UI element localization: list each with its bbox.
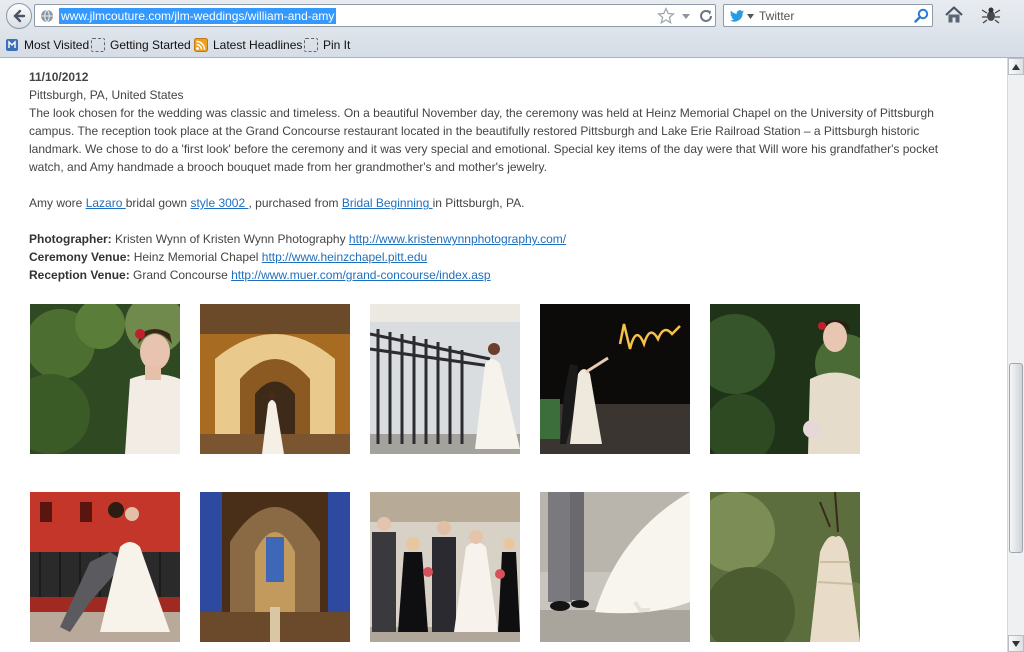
bride-portrait-garden — [30, 304, 180, 454]
engine-dropdown-icon[interactable] — [747, 14, 754, 19]
gown-sentence: Amy wore Lazaro bridal gown style 3002 ,… — [29, 194, 969, 212]
bookmark-pin-it[interactable]: Pin It — [304, 37, 350, 53]
gown-text: bridal gown — [125, 196, 191, 210]
gallery-photo[interactable] — [30, 492, 180, 642]
chapel-interior — [200, 492, 350, 642]
scroll-down-button[interactable] — [1008, 635, 1024, 652]
credit-label: Reception Venue: — [29, 268, 130, 282]
style-link[interactable]: style 3002 — [190, 196, 248, 210]
bride-church-archway — [200, 304, 350, 454]
gallery-row — [30, 304, 870, 454]
credit-photographer: Photographer: Kristen Wynn of Kristen Wy… — [29, 230, 969, 248]
credit-value: Grand Concourse — [129, 268, 232, 282]
gown-text: in Pittsburgh, PA. — [432, 196, 525, 210]
couple-sparkler-love — [540, 304, 690, 454]
gallery-photo[interactable] — [30, 304, 180, 454]
credit-value: Kristen Wynn of Kristen Wynn Photography — [111, 232, 349, 246]
scroll-up-button[interactable] — [1008, 58, 1024, 75]
back-button[interactable] — [6, 3, 32, 29]
reception-link[interactable]: http://www.muer.com/grand-concourse/inde… — [231, 268, 490, 282]
address-bar[interactable]: www.jlmcouture.com/jlm-weddings/william-… — [34, 4, 716, 27]
browser-toolbar: www.jlmcouture.com/jlm-weddings/william-… — [0, 0, 1024, 58]
search-input[interactable]: Twitter — [759, 9, 794, 23]
history-dropdown-icon[interactable] — [681, 11, 691, 21]
bug-icon[interactable] — [980, 5, 1002, 25]
gallery-photo[interactable] — [710, 304, 860, 454]
shop-link[interactable]: Bridal Beginning — [342, 196, 433, 210]
bookmark-label: Most Visited — [24, 38, 90, 52]
url-text[interactable]: www.jlmcouture.com/jlm-weddings/william-… — [59, 8, 337, 24]
wedding-party-group — [370, 492, 520, 642]
most-visited-icon — [6, 39, 18, 51]
rss-icon — [194, 38, 208, 52]
designer-link[interactable]: Lazaro — [86, 196, 126, 210]
page-icon — [91, 38, 105, 52]
search-bar[interactable]: Twitter — [723, 4, 933, 27]
twitter-icon[interactable] — [729, 8, 745, 24]
bookmarks-toolbar: Most Visited Getting Started Latest Head… — [0, 34, 1024, 56]
gallery-photo[interactable] — [200, 304, 350, 454]
gallery-photo[interactable] — [710, 492, 860, 642]
globe-icon — [41, 9, 53, 23]
scrollbar-thumb[interactable] — [1009, 363, 1023, 553]
bookmark-most-visited[interactable]: Most Visited — [5, 37, 89, 53]
wedding-location: Pittsburgh, PA, United States — [29, 88, 184, 102]
page-icon — [304, 38, 318, 52]
gallery-photo[interactable] — [200, 492, 350, 642]
bookmark-latest-headlines[interactable]: Latest Headlines — [194, 37, 302, 53]
bride-with-bouquet — [710, 304, 860, 454]
article: 11/10/2012 Pittsburgh, PA, United States… — [29, 68, 969, 284]
back-arrow-icon — [13, 9, 26, 23]
gallery-photo[interactable] — [540, 304, 690, 454]
bookmark-star-icon[interactable] — [657, 7, 675, 25]
bookmark-label: Latest Headlines — [213, 38, 303, 52]
photographer-link[interactable]: http://www.kristenwynnphotography.com/ — [349, 232, 566, 246]
gallery-row — [30, 492, 870, 642]
credit-ceremony: Ceremony Venue: Heinz Memorial Chapel ht… — [29, 248, 969, 266]
bookmark-label: Pin It — [323, 38, 351, 52]
gallery-photo[interactable] — [370, 492, 520, 642]
gown-text: , purchased from — [248, 196, 342, 210]
gallery-photo[interactable] — [370, 304, 520, 454]
page-content: 11/10/2012 Pittsburgh, PA, United States… — [0, 58, 1007, 652]
arrow-down-icon — [1012, 640, 1020, 647]
wedding-date: 11/10/2012 — [29, 70, 89, 84]
vertical-scrollbar[interactable] — [1007, 58, 1024, 652]
bride-railing-bridge — [370, 304, 520, 454]
credit-label: Ceremony Venue: — [29, 250, 131, 264]
home-icon[interactable] — [944, 5, 964, 25]
couple-shoes-detail — [540, 492, 690, 642]
bookmark-getting-started[interactable]: Getting Started — [91, 37, 191, 53]
bookmark-label: Getting Started — [110, 38, 191, 52]
search-icon[interactable] — [914, 8, 929, 23]
arrow-up-icon — [1012, 63, 1020, 70]
credit-value: Heinz Memorial Chapel — [130, 250, 262, 264]
gallery-photo[interactable] — [540, 492, 690, 642]
reload-icon[interactable] — [698, 8, 714, 24]
couple-dip-kiss — [30, 492, 180, 642]
ceremony-link[interactable]: http://www.heinzchapel.pitt.edu — [262, 250, 427, 264]
credit-label: Photographer: — [29, 232, 112, 246]
gown-text: Amy wore — [29, 196, 86, 210]
gown-hanging-tree — [710, 492, 860, 642]
wedding-description: The look chosen for the wedding was clas… — [29, 106, 939, 174]
credit-reception: Reception Venue: Grand Concourse http://… — [29, 266, 969, 284]
